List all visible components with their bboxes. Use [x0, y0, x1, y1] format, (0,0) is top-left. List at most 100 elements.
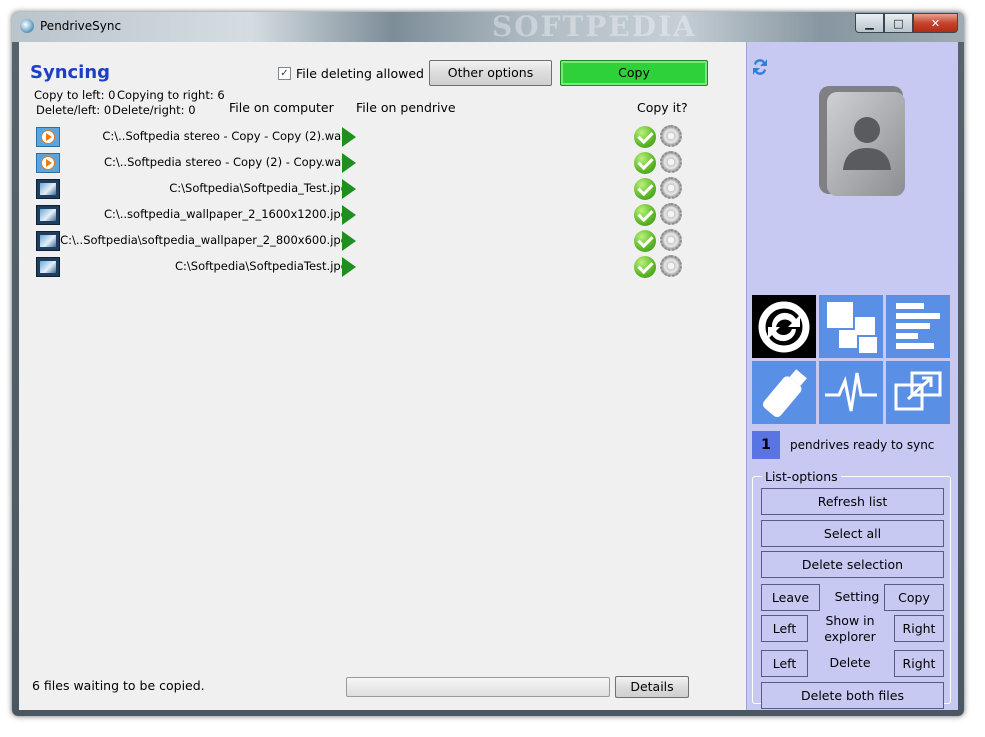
col-file-on-pendrive: File on pendrive: [356, 100, 456, 115]
copy-yes-icon[interactable]: [634, 178, 656, 200]
file-row[interactable]: C:\..softpedia_wallpaper_2_1600x1200.jpg: [19, 202, 746, 228]
side-panel: 1 pendrives ready to sync List-options R…: [746, 42, 958, 710]
copy-yes-icon[interactable]: [634, 126, 656, 148]
col-copy-it: Copy it?: [637, 100, 688, 115]
audio-file-icon: [36, 127, 60, 147]
file-path: C:\..Softpedia stereo - Copy - Copy (2).…: [102, 129, 348, 143]
delete-left-button[interactable]: Left: [761, 650, 808, 677]
progress-bar: [346, 677, 610, 697]
file-row[interactable]: C:\Softpedia\SoftpediaTest.jpg: [19, 254, 746, 280]
gear-icon[interactable]: [660, 151, 682, 173]
app-window: PendriveSync SOFTPEDIA ▁ □ ✕ Syncing Cop…: [12, 10, 964, 716]
list-tile[interactable]: [886, 295, 950, 358]
file-path: C:\..Softpedia\softpedia_wallpaper_2_800…: [60, 233, 348, 247]
other-options-button[interactable]: Other options: [429, 60, 552, 86]
image-file-icon: [36, 231, 60, 251]
delete-selection-button[interactable]: Delete selection: [761, 551, 944, 578]
refresh-icon[interactable]: [751, 56, 769, 78]
copy-direction-arrow-icon[interactable]: [342, 231, 356, 251]
copy-direction-arrow-icon[interactable]: [342, 257, 356, 277]
show-right-button[interactable]: Right: [894, 615, 944, 642]
delete-label: Delete: [829, 655, 871, 670]
copy-yes-icon[interactable]: [634, 152, 656, 174]
file-path: C:\..Softpedia stereo - Copy (2) - Copy.…: [104, 155, 348, 169]
copy-direction-arrow-icon[interactable]: [342, 153, 356, 173]
delete-both-files-button[interactable]: Delete both files: [761, 682, 944, 709]
pendrive-count-badge: 1: [752, 431, 780, 459]
copy-button[interactable]: Copy: [560, 60, 708, 86]
pulse-icon: [825, 372, 877, 412]
close-button[interactable]: ✕: [913, 13, 958, 33]
gear-icon[interactable]: [660, 229, 682, 251]
status-text: 6 files waiting to be copied.: [32, 678, 205, 693]
gear-icon[interactable]: [660, 203, 682, 225]
file-path: C:\..softpedia_wallpaper_2_1600x1200.jpg: [103, 207, 348, 221]
user-folder-icon: [819, 86, 905, 196]
syncing-heading: Syncing: [30, 62, 111, 83]
pendrives-ready-text: pendrives ready to sync: [790, 438, 935, 452]
client-area: Syncing Copy to left: 0 Copying to right…: [19, 42, 958, 710]
gear-icon[interactable]: [660, 177, 682, 199]
watermark: SOFTPEDIA: [492, 10, 697, 43]
file-row[interactable]: C:\Softpedia\Softpedia_Test.jpg: [19, 176, 746, 202]
maximize-button[interactable]: □: [884, 13, 913, 33]
list-icon: [896, 303, 940, 349]
minimize-icon: ▁: [865, 16, 874, 30]
picture-glyph: [40, 183, 56, 195]
copy-yes-icon[interactable]: [634, 204, 656, 226]
image-file-icon: [36, 179, 60, 199]
app-icon: [20, 19, 34, 33]
external-tile[interactable]: [886, 361, 950, 424]
external-link-icon: [894, 371, 942, 411]
image-file-icon: [36, 257, 60, 277]
gear-icon[interactable]: [660, 125, 682, 147]
window-controls: ▁ □ ✕: [855, 13, 958, 33]
copy-direction-arrow-icon[interactable]: [342, 179, 356, 199]
delete-right-button[interactable]: Right: [894, 650, 944, 677]
copying-to-right-stat: Copying to right: 6: [117, 88, 225, 102]
setting-label: Setting: [834, 589, 880, 604]
leave-button[interactable]: Leave: [761, 584, 820, 611]
col-file-on-computer: File on computer: [229, 100, 334, 115]
picture-glyph: [40, 235, 56, 247]
file-path: C:\Softpedia\Softpedia_Test.jpg: [169, 181, 348, 195]
list-options-title: List-options: [762, 469, 841, 484]
delete-right-stat: Delete/right: 0: [112, 103, 196, 117]
play-glyph: [46, 159, 52, 167]
copy-to-left-stat: Copy to left: 0: [34, 88, 116, 102]
close-icon: ✕: [930, 16, 941, 30]
file-deleting-label: File deleting allowed: [296, 66, 424, 81]
file-deleting-checkbox[interactable]: ✓: [278, 67, 291, 80]
title-bar[interactable]: PendriveSync SOFTPEDIA ▁ □ ✕: [12, 10, 964, 43]
play-glyph: [46, 133, 52, 141]
file-row[interactable]: C:\..Softpedia stereo - Copy - Copy (2).…: [19, 124, 746, 150]
file-row[interactable]: C:\..Softpedia\softpedia_wallpaper_2_800…: [19, 228, 746, 254]
audio-file-icon: [36, 153, 60, 173]
picture-glyph: [40, 261, 56, 273]
pulse-tile[interactable]: [819, 361, 883, 424]
file-path: C:\Softpedia\SoftpediaTest.jpg: [175, 259, 348, 273]
main-panel: Syncing Copy to left: 0 Copying to right…: [19, 42, 746, 710]
show-left-button[interactable]: Left: [761, 615, 808, 642]
details-button[interactable]: Details: [615, 676, 689, 698]
copy-yes-icon[interactable]: [634, 256, 656, 278]
minimize-button[interactable]: ▁: [855, 13, 884, 33]
select-all-button[interactable]: Select all: [761, 520, 944, 547]
refresh-list-button[interactable]: Refresh list: [761, 488, 944, 515]
copy-direction-arrow-icon[interactable]: [342, 127, 356, 147]
gear-icon[interactable]: [660, 255, 682, 277]
delete-left-stat: Delete/left: 0: [36, 103, 112, 117]
copy-yes-icon[interactable]: [634, 230, 656, 252]
windows-tile[interactable]: [819, 295, 883, 358]
windows-icon: [827, 302, 877, 353]
copy-direction-arrow-icon[interactable]: [342, 205, 356, 225]
usb-stick-icon: [762, 369, 807, 418]
image-file-icon: [36, 205, 60, 225]
file-row[interactable]: C:\..Softpedia stereo - Copy (2) - Copy.…: [19, 150, 746, 176]
copy-setting-button[interactable]: Copy: [884, 584, 944, 611]
usb-tile[interactable]: [752, 361, 816, 424]
sync-tile[interactable]: [752, 295, 816, 358]
list-options-group: List-options Refresh list Select all Del…: [752, 469, 951, 709]
checkmark-icon: ✓: [280, 68, 289, 79]
sync-icon: [758, 301, 810, 353]
